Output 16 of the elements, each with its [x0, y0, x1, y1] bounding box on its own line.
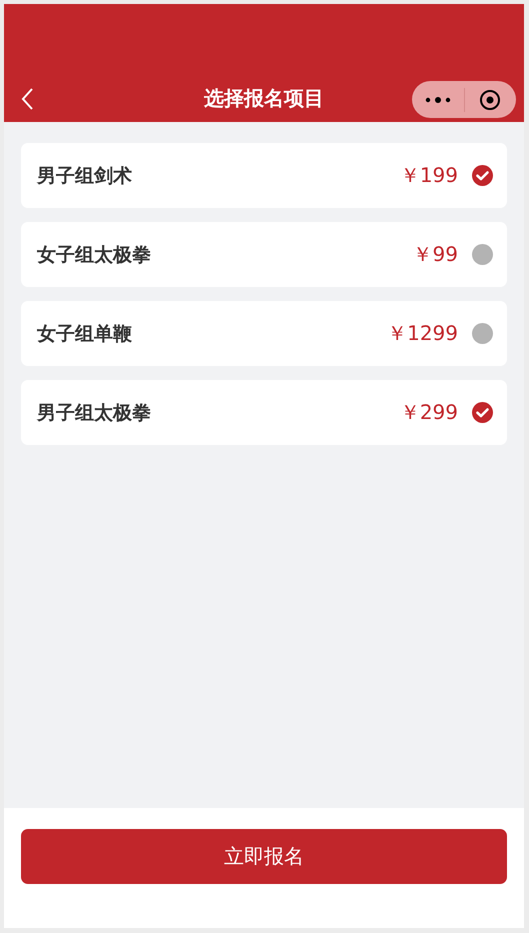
target-icon: [479, 88, 502, 110]
checked-circle-icon[interactable]: [472, 402, 493, 423]
item-name: 男子组剑术: [37, 164, 133, 188]
more-icon: [424, 96, 451, 104]
item-price: ￥299: [400, 399, 458, 426]
page-title: 选择报名项目: [204, 84, 324, 112]
item-name: 男子组太极拳: [37, 400, 152, 426]
item-price: ￥199: [400, 162, 458, 189]
item-name: 女子组单鞭: [37, 322, 133, 346]
unchecked-circle-icon[interactable]: [472, 244, 493, 265]
item-price: ￥1299: [387, 320, 458, 347]
item-name: 女子组太极拳: [37, 242, 152, 268]
item-price: ￥99: [412, 241, 458, 268]
checked-circle-icon[interactable]: [472, 165, 493, 186]
submit-button[interactable]: 立即报名: [21, 829, 507, 884]
unchecked-circle-icon[interactable]: [472, 323, 493, 344]
